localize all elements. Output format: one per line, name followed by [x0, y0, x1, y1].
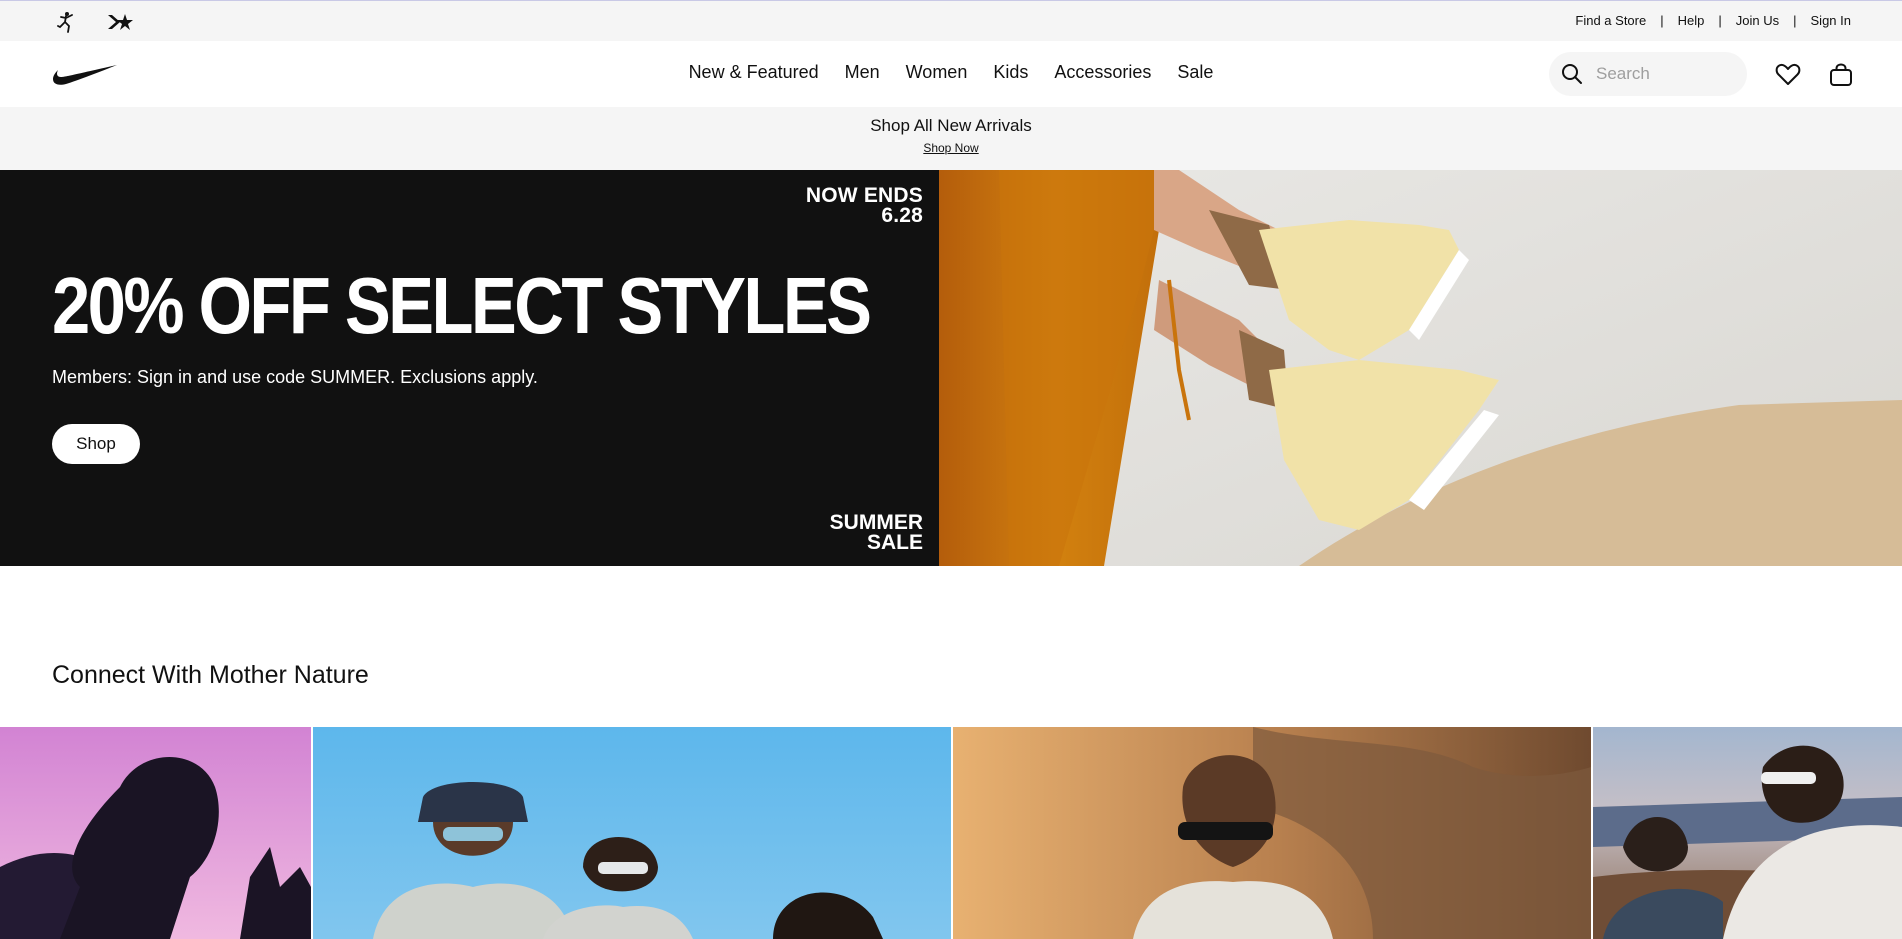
section-title: Connect With Mother Nature	[52, 661, 369, 689]
nav-sale[interactable]: Sale	[1177, 62, 1213, 83]
summer-sale-line2: SALE	[866, 531, 923, 554]
utility-links: Find a Store | Help | Join Us | Sign In	[1575, 13, 1851, 28]
separator: |	[1660, 13, 1664, 28]
join-us-link[interactable]: Join Us	[1736, 13, 1779, 28]
summer-sale-line1: SUMMER	[829, 511, 923, 534]
search-box[interactable]	[1549, 52, 1747, 96]
nav-kids[interactable]: Kids	[993, 62, 1028, 83]
search-icon[interactable]	[1552, 54, 1592, 94]
find-a-store-link[interactable]: Find a Store	[1575, 13, 1646, 28]
promo-title: Shop All New Arrivals	[870, 116, 1032, 135]
gallery-image-3[interactable]	[953, 727, 1591, 939]
separator: |	[1718, 13, 1722, 28]
bag-icon[interactable]	[1827, 61, 1855, 89]
gallery-image-2[interactable]	[313, 727, 951, 939]
product-gallery	[0, 727, 1902, 939]
summer-sale-tag: SUMMER SALE	[829, 511, 923, 554]
nav-women[interactable]: Women	[906, 62, 968, 83]
help-link[interactable]: Help	[1678, 13, 1705, 28]
main-nav: New & Featured Men Women Kids Accessorie…	[0, 41, 1902, 107]
utility-bar: Find a Store | Help | Join Us | Sign In	[0, 0, 1902, 41]
separator: |	[1793, 13, 1797, 28]
jordan-jumpman-icon[interactable]	[52, 10, 80, 34]
hero-subtext: Members: Sign in and use code SUMMER. Ex…	[52, 367, 538, 387]
heart-icon[interactable]	[1774, 61, 1802, 89]
now-ends-line1: NOW ENDS	[805, 184, 923, 207]
hero-image[interactable]	[939, 170, 1902, 566]
nav-new-featured[interactable]: New & Featured	[689, 62, 819, 83]
nav-men[interactable]: Men	[845, 62, 880, 83]
brand-icons	[52, 10, 134, 34]
nav-accessories[interactable]: Accessories	[1054, 62, 1151, 83]
gallery-image-1[interactable]	[0, 727, 311, 939]
promo-banner: Shop All New Arrivals Shop Now	[0, 107, 1902, 170]
hero-banner: NOW ENDS 6.28 20% OFF SELECT STYLES Memb…	[0, 170, 1902, 566]
hero-shop-button[interactable]: Shop	[52, 424, 140, 464]
converse-star-chevron-icon[interactable]	[106, 10, 134, 34]
sign-in-link[interactable]: Sign In	[1811, 13, 1851, 28]
hero-headline: 20% OFF SELECT STYLES	[52, 261, 872, 350]
now-ends-badge: NOW ENDS 6.28	[805, 184, 923, 227]
gallery-image-4[interactable]	[1593, 727, 1902, 939]
now-ends-line2: 6.28	[881, 204, 923, 227]
hero-text-panel: NOW ENDS 6.28 20% OFF SELECT STYLES Memb…	[0, 170, 939, 566]
search-input[interactable]	[1596, 64, 1736, 84]
shop-now-link[interactable]: Shop Now	[923, 141, 978, 155]
